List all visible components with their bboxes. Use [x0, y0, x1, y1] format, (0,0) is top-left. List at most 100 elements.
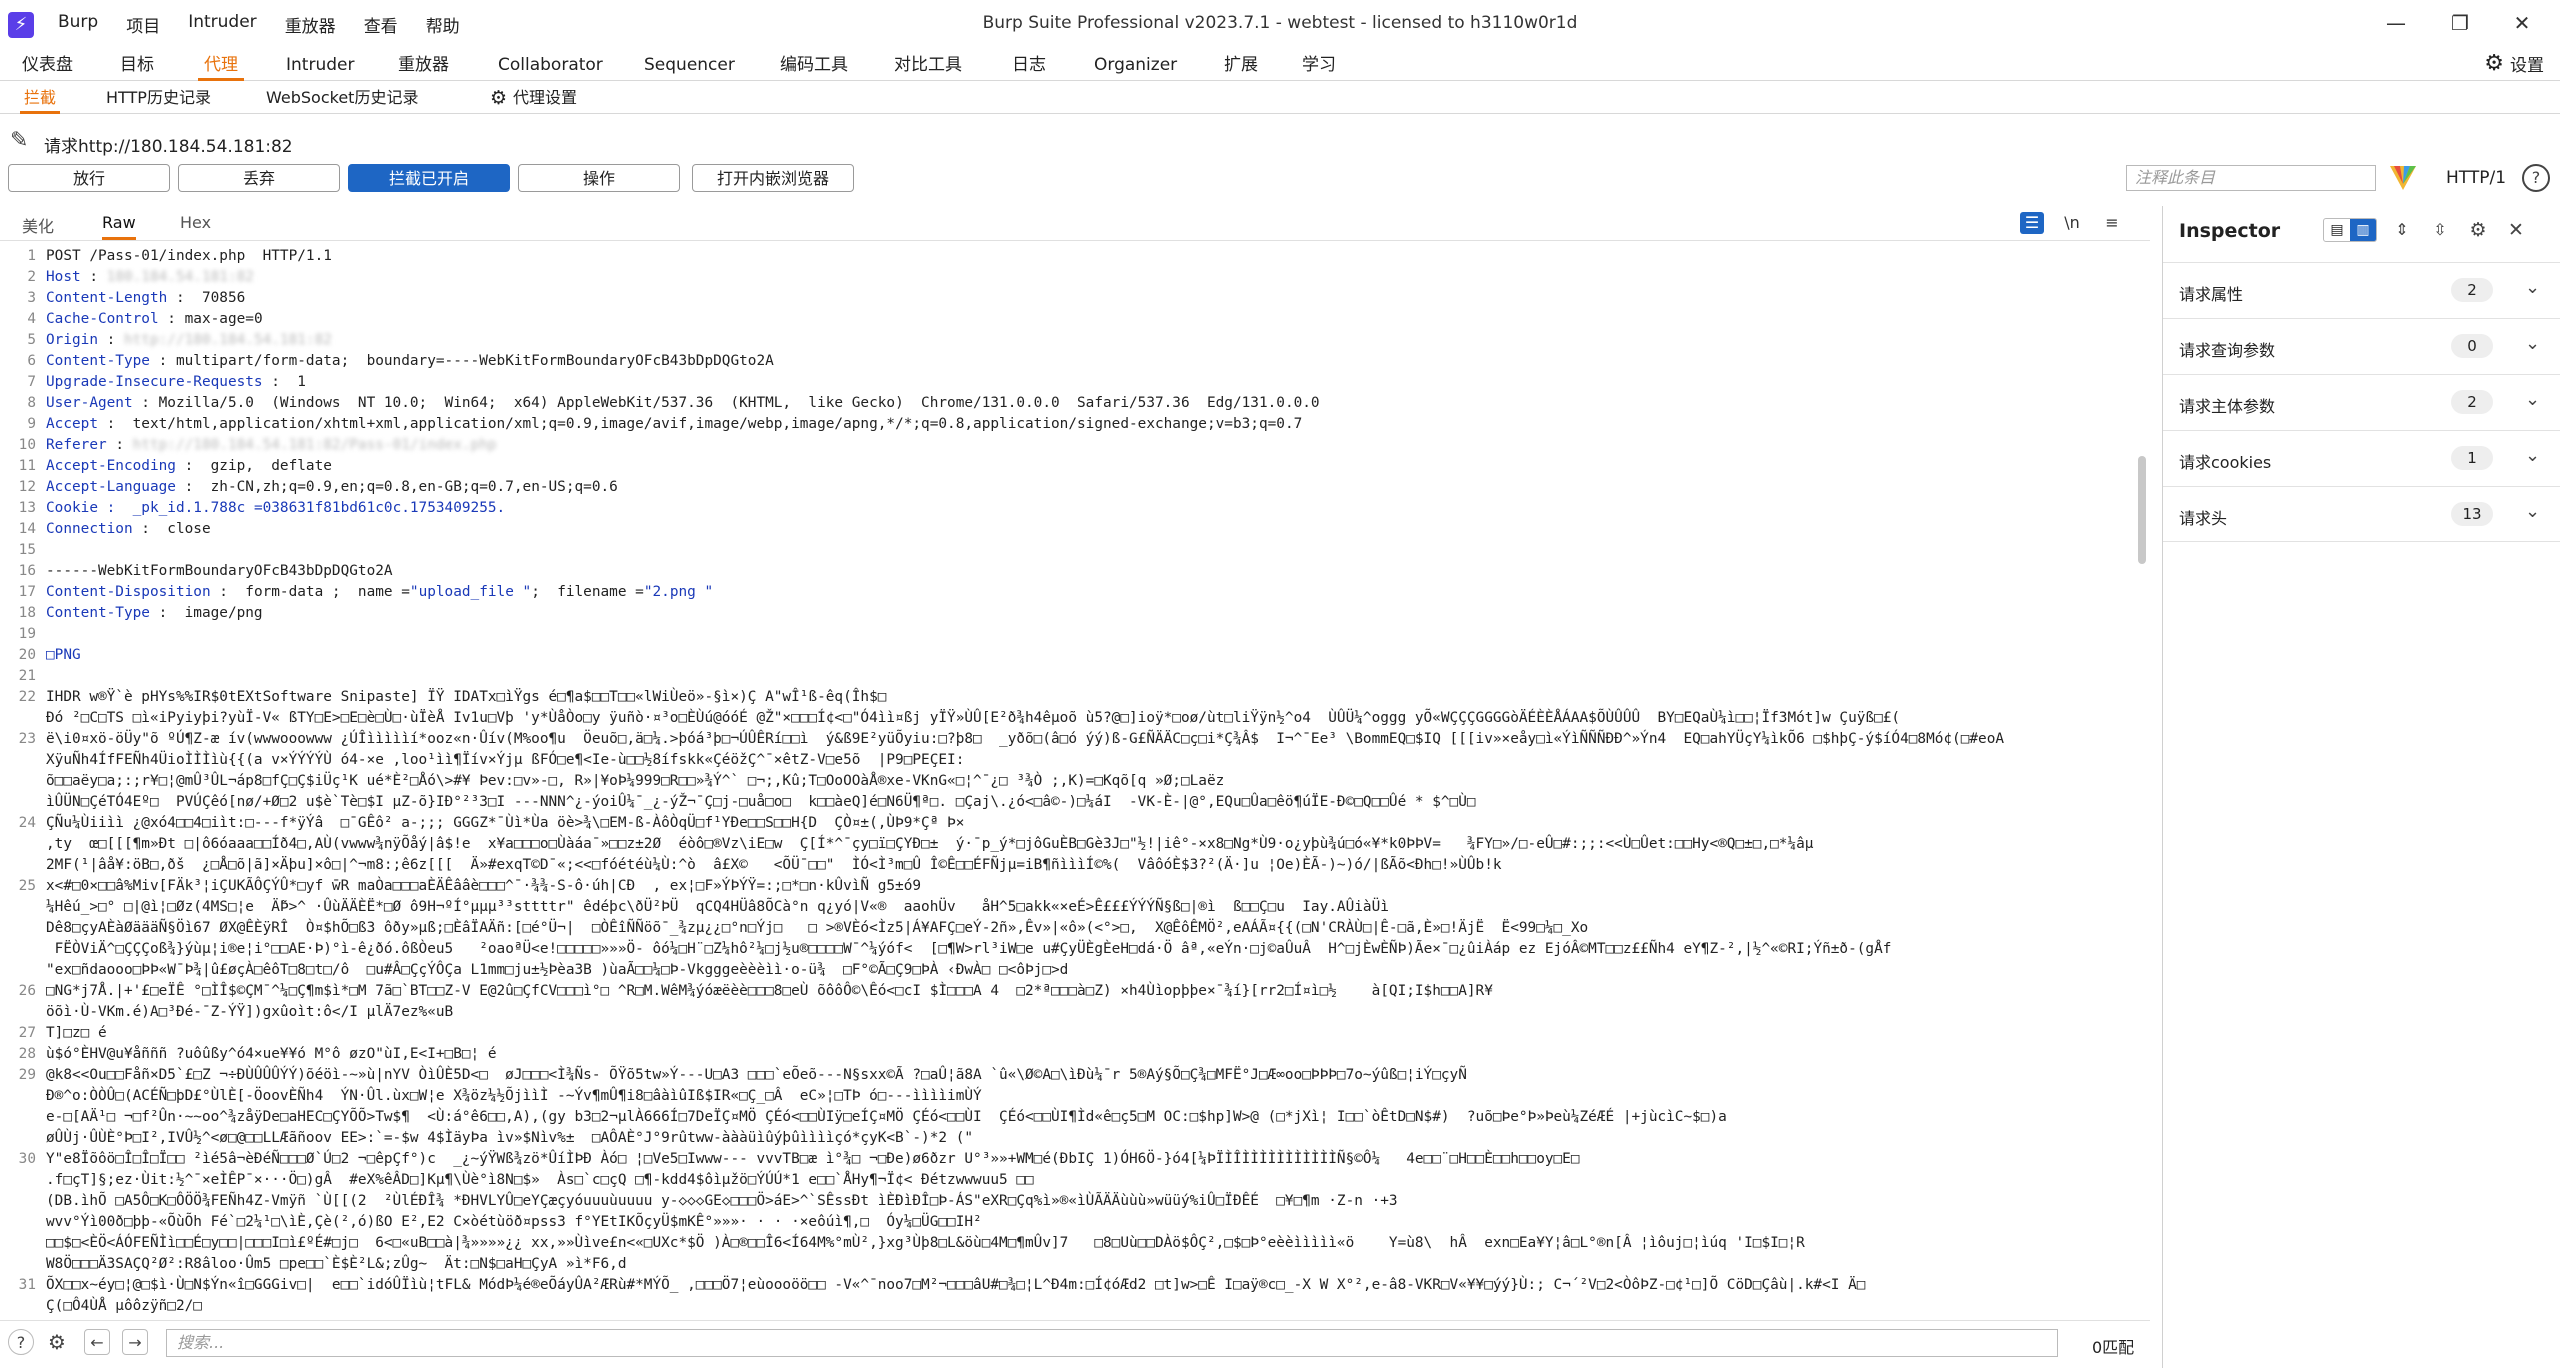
settings-button[interactable]: ⚙ 设置 [2484, 51, 2544, 76]
show-newlines-toggle[interactable]: \n [2060, 212, 2084, 234]
close-window-button[interactable]: ✕ [2502, 8, 2542, 38]
header-name: Origin [46, 332, 98, 348]
inspector-row-body-params[interactable]: 请求主体参数 2 ⌄ [2163, 374, 2560, 430]
highlight-color-icon[interactable] [2388, 164, 2418, 192]
line-content: x<#□0×□□â%Miv[FÄk³¦iÇUKÃÔÇÝÛ*□yf w̄R maÒ… [46, 876, 2130, 981]
open-browser-button[interactable]: 打开内嵌浏览器 [692, 164, 854, 192]
next-match-button[interactable]: → [122, 1329, 148, 1355]
header-name: Connection [46, 521, 133, 537]
intercept-toggle-button[interactable]: 拦截已开启 [348, 164, 510, 192]
help-icon[interactable]: ? [8, 1329, 34, 1355]
settings-gear-icon[interactable]: ⚙ [44, 1329, 70, 1355]
search-input[interactable]: 搜索... [166, 1329, 2058, 1357]
http-version-label[interactable]: HTTP/1 [2446, 168, 2506, 188]
vertical-scrollbar[interactable] [2138, 456, 2146, 564]
layout-toggle[interactable]: ▤ ▥ [2323, 218, 2377, 242]
line-number: 21 [18, 668, 36, 684]
menu-intruder[interactable]: Intruder [188, 12, 256, 37]
line-number: 3 [27, 290, 36, 306]
tab-intruder[interactable]: Intruder [280, 52, 360, 78]
text-segment: ë\i0¤xö-öÜy"õ ºÚ¶Z-æ ív(wwwooowww ¿ÚÎììì… [46, 731, 2005, 810]
text-segment: : [97, 332, 124, 348]
header-name: Cookie [46, 500, 98, 516]
tab-raw[interactable]: Raw [102, 213, 136, 240]
editor-menu-icon[interactable]: ≡ [2100, 212, 2124, 234]
line-number: 4 [27, 311, 36, 327]
minimize-button[interactable]: — [2376, 8, 2416, 38]
menu-repeater[interactable]: 重放器 [285, 12, 336, 37]
chevron-down-icon[interactable]: ⌄ [2525, 445, 2540, 466]
line-number: 28 [18, 1046, 36, 1062]
action-button[interactable]: 操作 [518, 164, 680, 192]
proxy-settings-button[interactable]: ⚙ 代理设置 [486, 85, 581, 111]
inspector-row-headers[interactable]: 请求头 13 ⌄ [2163, 486, 2560, 542]
pencil-icon[interactable]: ✎ [10, 128, 28, 153]
code-line: 9 Accept : text/html,application/xhtml+xm… [0, 414, 2130, 435]
raw-request-text[interactable]: 1 POST /Pass-01/index.php HTTP/1.1 2 Host :… [0, 246, 2130, 1316]
tab-decoder[interactable]: 编码工具 [774, 52, 854, 78]
line-number: 30 [18, 1151, 36, 1167]
inspector-row-request-attributes[interactable]: 请求属性 2 ⌄ [2163, 262, 2560, 318]
redacted-value: http://180.184.54.181:82 [123, 332, 332, 348]
chevron-down-icon[interactable]: ⌄ [2525, 333, 2540, 354]
line-number: 2 [27, 269, 36, 285]
maximize-button[interactable]: ❐ [2440, 8, 2480, 38]
tab-repeater[interactable]: 重放器 [392, 52, 455, 78]
close-icon[interactable]: ✕ [2503, 218, 2529, 242]
match-count: 0匹配 [2092, 1338, 2135, 1357]
chevron-down-icon[interactable]: ⌄ [2525, 277, 2540, 298]
previous-match-button[interactable]: ← [84, 1329, 110, 1355]
tab-organizer[interactable]: Organizer [1088, 52, 1183, 78]
chevron-down-icon[interactable]: ⌄ [2525, 389, 2540, 410]
tab-dashboard[interactable]: 仪表盘 [16, 52, 79, 78]
tab-hex[interactable]: Hex [180, 213, 211, 237]
line-number: 13 [18, 500, 36, 516]
header-name: Content-Type [46, 353, 150, 369]
tab-intercept[interactable]: 拦截 [20, 85, 61, 114]
header-name: Host [46, 269, 81, 285]
chevron-down-icon[interactable]: ⌄ [2525, 501, 2540, 522]
line-content: Accept : text/html,application/xhtml+xml… [46, 414, 2130, 435]
line-content: □NG*j7Å.|+'£□eÏÊ °□ÌÎ$©ÇM¯^¼□Ç¶m$ì*□M 7ã… [46, 981, 2130, 1002]
list-layout-icon[interactable]: ▤ [2324, 219, 2350, 241]
tab-websocket-history[interactable]: WebSocket历史记录 [262, 85, 422, 111]
code-line: 20 □PNG [0, 645, 2130, 666]
menu-project[interactable]: 项目 [126, 12, 160, 37]
tab-comparer[interactable]: 对比工具 [888, 52, 968, 78]
menu-view[interactable]: 查看 [364, 12, 398, 37]
tab-learn[interactable]: 学习 [1296, 52, 1342, 78]
line-number: 6 [27, 353, 36, 369]
help-icon[interactable]: ? [2522, 164, 2550, 192]
tab-sequencer[interactable]: Sequencer [638, 52, 741, 78]
wrap-lines-icon[interactable]: ☰ [2020, 212, 2044, 234]
gear-icon[interactable]: ⚙ [2465, 218, 2491, 242]
text-segment: : gzip, deflate [175, 458, 332, 474]
burp-logo-icon: ⚡ [8, 12, 34, 38]
intercept-action-bar: 放行 丢弃 拦截已开启 操作 打开内嵌浏览器 注释此条目 HTTP/1 ? [0, 160, 2560, 196]
tab-proxy[interactable]: 代理 [198, 52, 244, 81]
text-segment: : [80, 269, 107, 285]
drop-button[interactable]: 丢弃 [178, 164, 340, 192]
tab-collaborator[interactable]: Collaborator [492, 52, 609, 78]
line-number: 14 [18, 521, 36, 537]
annotation-field[interactable]: 注释此条目 [2126, 165, 2376, 191]
tab-http-history[interactable]: HTTP历史记录 [102, 85, 215, 111]
row-count-badge: 1 [2451, 446, 2493, 470]
forward-button[interactable]: 放行 [8, 164, 170, 192]
tab-logger[interactable]: 日志 [1006, 52, 1052, 78]
collapse-all-icon[interactable]: ⇳ [2427, 218, 2453, 242]
main-tab-bar: 仪表盘 目标 代理 Intruder 重放器 Collaborator Sequ… [0, 48, 2560, 81]
inspector-row-cookies[interactable]: 请求cookies 1 ⌄ [2163, 430, 2560, 486]
line-content: Content-Type : multipart/form-data; boun… [46, 351, 2130, 372]
code-line: 30 Y"e8Ïõôö□Î□Î□Ï□□ ²ìé5â¬èÐéÑ□□□Ø`Ú□2 ¬□… [0, 1149, 2130, 1275]
tab-pretty[interactable]: 美化 [22, 213, 54, 237]
panel-layout-icon[interactable]: ▥ [2350, 219, 2376, 241]
inspector-row-query-params[interactable]: 请求查询参数 0 ⌄ [2163, 318, 2560, 374]
expand-all-icon[interactable]: ⇕ [2389, 218, 2415, 242]
menu-help[interactable]: 帮助 [426, 12, 460, 37]
tab-target[interactable]: 目标 [114, 52, 160, 78]
menu-burp[interactable]: Burp [58, 12, 98, 37]
tab-extensions[interactable]: 扩展 [1218, 52, 1264, 78]
line-content: T]□z□ é [46, 1023, 2130, 1044]
request-target-line: ✎ 请求http://180.184.54.181:82 [0, 124, 2560, 158]
